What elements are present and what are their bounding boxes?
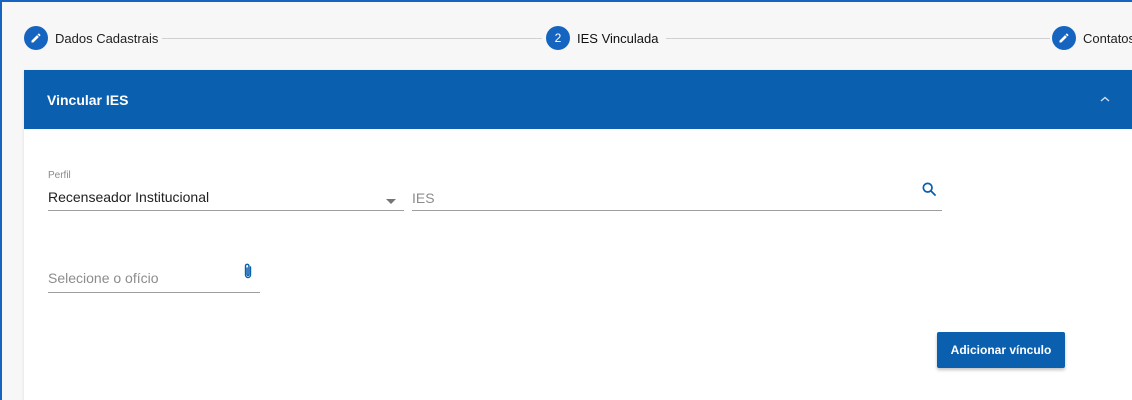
- pencil-icon: [31, 33, 41, 43]
- step-ies-vinculada-number: 2: [546, 26, 570, 50]
- panel-title: Vincular IES: [47, 91, 129, 108]
- ies-underline: [412, 210, 942, 211]
- step-contatos-label: Contatos: [1083, 30, 1132, 46]
- step-contatos[interactable]: Contatos: [1052, 26, 1132, 50]
- dropdown-arrow-icon[interactable]: [385, 197, 397, 205]
- perfil-label: Perfil: [48, 170, 71, 181]
- panel-header[interactable]: Vincular IES: [24, 70, 1132, 129]
- search-icon[interactable]: [920, 180, 938, 198]
- step-ies-vinculada-label: IES Vinculada: [577, 30, 659, 46]
- perfil-value[interactable]: Recenseador Institucional: [48, 189, 209, 205]
- ies-placeholder[interactable]: IES: [412, 190, 435, 206]
- chevron-up-icon[interactable]: [1098, 92, 1112, 106]
- step-ies-vinculada[interactable]: 2 IES Vinculada: [546, 26, 667, 50]
- vincular-ies-panel: Vincular IES Perfil Recenseador Instituc…: [24, 70, 1132, 400]
- add-vinculo-button[interactable]: Adicionar vínculo: [937, 332, 1065, 368]
- oficio-placeholder[interactable]: Selecione o ofício: [48, 270, 159, 286]
- perfil-underline: [48, 210, 404, 211]
- pencil-icon: [1059, 33, 1069, 43]
- step-dados-cadastrais-label: Dados Cadastrais: [55, 30, 159, 46]
- stepper: Dados Cadastrais 2 IES Vinculada Contato…: [24, 26, 1132, 50]
- oficio-underline: [48, 292, 260, 293]
- step-contatos-circle: [1052, 26, 1076, 50]
- step-dados-cadastrais-circle: [24, 26, 48, 50]
- step-dados-cadastrais[interactable]: Dados Cadastrais: [24, 26, 159, 50]
- step-connector-1: [162, 38, 542, 39]
- step-connector-2: [664, 38, 1050, 39]
- app-frame: Dados Cadastrais 2 IES Vinculada Contato…: [0, 0, 1132, 400]
- paperclip-icon[interactable]: [241, 261, 255, 281]
